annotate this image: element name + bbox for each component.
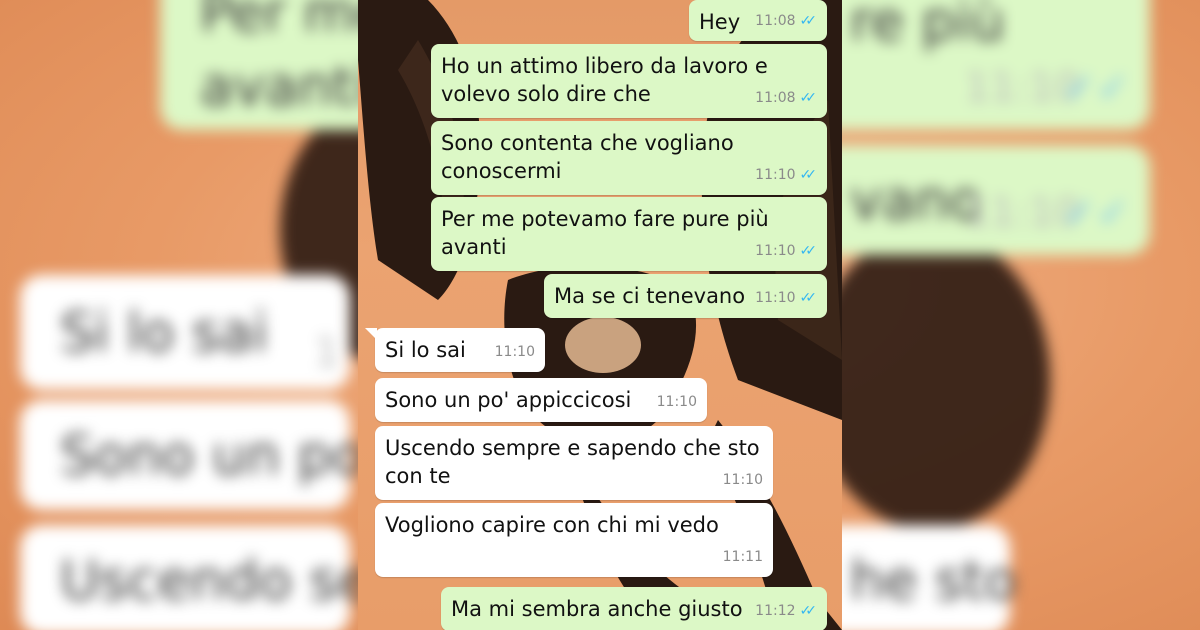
blurred-wing-right (810, 230, 1050, 530)
incoming-message-bubble[interactable]: Si lo sai 11:10 (365, 328, 545, 372)
message-meta: 11:10 (657, 388, 697, 416)
message-time: 11:10 (494, 344, 535, 360)
bg-bubble-2-tick: ✓✓ (1062, 65, 1130, 111)
bg-bubble-3: vano 11:10 ✓✓ (810, 145, 1150, 255)
message-time: 11:11 (722, 549, 763, 565)
message-time: 11:08 (755, 90, 796, 106)
read-receipt-icon: ✓✓ (799, 243, 818, 259)
message-text: Vogliono capire con chi mi vedo (385, 513, 719, 537)
incoming-message-bubble[interactable]: Uscendo sempre e sapendo che sto con te 1… (375, 426, 773, 500)
bg-bubble-2: re più 11:10 ✓✓ (810, 0, 1150, 130)
message-time: 11:10 (755, 243, 796, 259)
outgoing-message-bubble[interactable]: Ma mi sembra anche giusto 11:12 ✓✓ (441, 587, 827, 630)
outgoing-message-bubble[interactable]: Ma se ci tenevano 11:10 ✓✓ (544, 274, 827, 318)
bg-bubble-5-text: Sono un po' (60, 423, 380, 487)
read-receipt-icon: ✓✓ (799, 13, 818, 29)
outgoing-message-bubble[interactable]: Per me potevamo fare pure più avanti 11:1… (431, 197, 827, 271)
bg-bubble-7-text: he sto (850, 548, 1017, 612)
bg-bubble-3-text: vano (850, 168, 983, 232)
bg-bubble-2-text: re più (850, 0, 1005, 53)
message-meta: 11:10 ✓✓ (755, 161, 817, 189)
message-meta: 11:12 ✓✓ (755, 597, 817, 625)
message-meta: 11:08 ✓✓ (755, 84, 817, 112)
bg-bubble-5: Sono un po' (20, 400, 380, 510)
bg-bubble-4-time: 1 (314, 330, 340, 376)
outgoing-message-bubble[interactable]: Hey 11:08 ✓✓ (689, 0, 827, 41)
message-text: Sono un po' appiccicosi (385, 388, 632, 412)
incoming-message-bubble[interactable]: Sono un po' appiccicosi 11:10 (375, 378, 707, 422)
chat-screenshot: Hey 11:08 ✓✓ Ho un attimo libero da lavoro … (358, 0, 842, 630)
message-time: 11:10 (755, 167, 796, 183)
bg-bubble-4-text: Si lo sai (60, 301, 268, 364)
message-time: 11:08 (755, 13, 796, 29)
bg-bubble-3-tick: ✓✓ (1062, 190, 1130, 236)
message-meta: 11:10 ✓✓ (755, 237, 817, 265)
read-receipt-icon: ✓✓ (799, 167, 818, 183)
message-time: 11:10 (755, 290, 796, 306)
bg-bubble-6-text: Uscendo se (60, 548, 371, 612)
incoming-message-bubble[interactable]: Vogliono capire con chi mi vedo 11:11 (375, 503, 773, 577)
bg-bubble-6: Uscendo se (20, 525, 371, 630)
outgoing-message-bubble[interactable]: Sono contenta che vogliano conoscermi 11:… (431, 121, 827, 195)
message-meta: 11:10 (495, 338, 535, 366)
read-receipt-icon: ✓✓ (799, 603, 818, 619)
bg-bubble-4: Si lo sai 1 (20, 275, 350, 390)
message-time: 11:10 (656, 394, 697, 410)
message-meta: 11:11 (723, 543, 763, 571)
message-text: Uscendo sempre e sapendo che sto con te (385, 436, 760, 488)
message-time: 11:12 (755, 603, 796, 619)
bubble-tail (365, 328, 377, 340)
bg-bubble-1-line2: avanti (200, 55, 369, 118)
message-time: 11:10 (722, 472, 763, 488)
message-meta: 11:08 ✓✓ (755, 7, 817, 35)
read-receipt-icon: ✓✓ (799, 290, 818, 306)
message-meta: 11:10 (723, 466, 763, 494)
outgoing-message-bubble[interactable]: Ho un attimo libero da lavoro e volevo s… (431, 44, 827, 118)
message-meta: 11:10 ✓✓ (755, 284, 817, 312)
read-receipt-icon: ✓✓ (799, 90, 818, 106)
